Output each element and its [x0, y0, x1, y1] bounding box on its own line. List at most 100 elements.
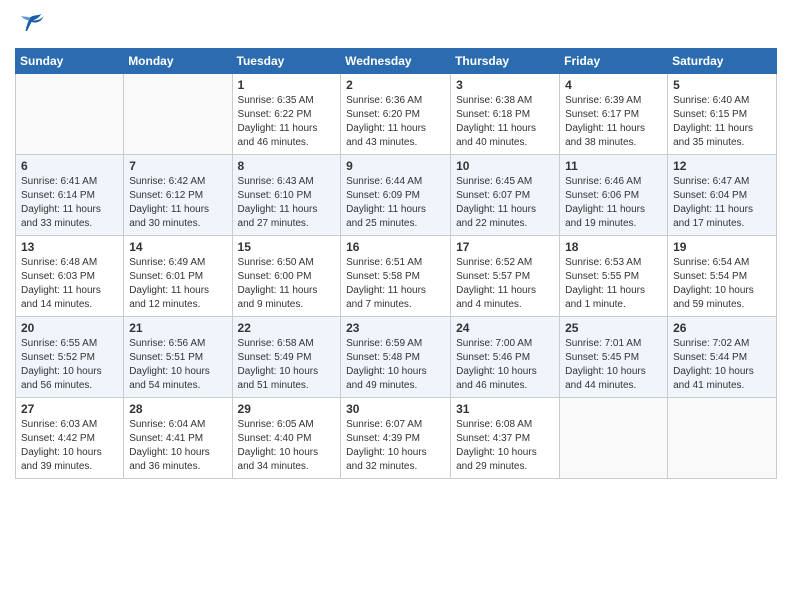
day-info: Sunrise: 6:51 AM Sunset: 5:58 PM Dayligh… [346, 256, 445, 312]
day-info: Sunrise: 6:52 AM Sunset: 5:57 PM Dayligh… [456, 256, 554, 312]
calendar-cell: 16 Sunrise: 6:51 AM Sunset: 5:58 PM Dayli… [341, 236, 451, 317]
calendar-cell: 14 Sunrise: 6:49 AM Sunset: 6:01 PM Dayli… [124, 236, 232, 317]
calendar-week-row: 27 Sunrise: 6:03 AM Sunset: 4:42 PM Dayli… [16, 398, 777, 479]
day-info: Sunrise: 6:38 AM Sunset: 6:18 PM Dayligh… [456, 94, 554, 150]
calendar-cell: 27 Sunrise: 6:03 AM Sunset: 4:42 PM Dayli… [16, 398, 124, 479]
day-info: Sunrise: 6:41 AM Sunset: 6:14 PM Dayligh… [21, 175, 118, 231]
calendar-cell: 21 Sunrise: 6:56 AM Sunset: 5:51 PM Dayli… [124, 317, 232, 398]
day-number: 20 [21, 321, 118, 335]
day-info: Sunrise: 7:02 AM Sunset: 5:44 PM Dayligh… [673, 337, 771, 393]
day-number: 12 [673, 159, 771, 173]
day-info: Sunrise: 6:59 AM Sunset: 5:48 PM Dayligh… [346, 337, 445, 393]
calendar-cell: 5Sunrise: 6:40 AM Sunset: 6:15 PM Daylig… [668, 74, 777, 155]
logo [15, 10, 49, 40]
calendar-header-thursday: Thursday [451, 49, 560, 74]
day-number: 1 [238, 78, 336, 92]
day-number: 23 [346, 321, 445, 335]
calendar-cell: 22 Sunrise: 6:58 AM Sunset: 5:49 PM Dayli… [232, 317, 341, 398]
calendar-cell: 10 Sunrise: 6:45 AM Sunset: 6:07 PM Dayli… [451, 155, 560, 236]
day-number: 8 [238, 159, 336, 173]
calendar-cell: 6 Sunrise: 6:41 AM Sunset: 6:14 PM Daylig… [16, 155, 124, 236]
day-info: Sunrise: 6:39 AM Sunset: 6:17 PM Dayligh… [565, 94, 662, 150]
calendar-cell: 23 Sunrise: 6:59 AM Sunset: 5:48 PM Dayli… [341, 317, 451, 398]
day-number: 19 [673, 240, 771, 254]
calendar-header-wednesday: Wednesday [341, 49, 451, 74]
day-number: 29 [238, 402, 336, 416]
day-number: 6 [21, 159, 118, 173]
day-info: Sunrise: 6:44 AM Sunset: 6:09 PM Dayligh… [346, 175, 445, 231]
calendar-table: SundayMondayTuesdayWednesdayThursdayFrid… [15, 48, 777, 479]
calendar-cell: 1 Sunrise: 6:35 AM Sunset: 6:22 PM Daylig… [232, 74, 341, 155]
calendar-cell: 13 Sunrise: 6:48 AM Sunset: 6:03 PM Dayli… [16, 236, 124, 317]
calendar-cell [668, 398, 777, 479]
calendar-week-row: 6 Sunrise: 6:41 AM Sunset: 6:14 PM Daylig… [16, 155, 777, 236]
day-number: 14 [129, 240, 226, 254]
day-number: 28 [129, 402, 226, 416]
day-number: 21 [129, 321, 226, 335]
day-info: Sunrise: 6:43 AM Sunset: 6:10 PM Dayligh… [238, 175, 336, 231]
calendar-header-sunday: Sunday [16, 49, 124, 74]
day-info: Sunrise: 6:54 AM Sunset: 5:54 PM Dayligh… [673, 256, 771, 312]
day-info: Sunrise: 6:07 AM Sunset: 4:39 PM Dayligh… [346, 418, 445, 474]
day-number: 11 [565, 159, 662, 173]
day-number: 7 [129, 159, 226, 173]
day-number: 4 [565, 78, 662, 92]
calendar-cell: 25 Sunrise: 7:01 AM Sunset: 5:45 PM Dayli… [560, 317, 668, 398]
calendar-week-row: 13 Sunrise: 6:48 AM Sunset: 6:03 PM Dayli… [16, 236, 777, 317]
day-info: Sunrise: 7:01 AM Sunset: 5:45 PM Dayligh… [565, 337, 662, 393]
calendar-cell: 8 Sunrise: 6:43 AM Sunset: 6:10 PM Daylig… [232, 155, 341, 236]
day-info: Sunrise: 6:04 AM Sunset: 4:41 PM Dayligh… [129, 418, 226, 474]
day-info: Sunrise: 6:45 AM Sunset: 6:07 PM Dayligh… [456, 175, 554, 231]
day-number: 3 [456, 78, 554, 92]
calendar-cell: 30 Sunrise: 6:07 AM Sunset: 4:39 PM Dayli… [341, 398, 451, 479]
calendar-cell: 15Sunrise: 6:50 AM Sunset: 6:00 PM Dayli… [232, 236, 341, 317]
day-number: 10 [456, 159, 554, 173]
day-number: 2 [346, 78, 445, 92]
calendar-cell [16, 74, 124, 155]
day-info: Sunrise: 6:08 AM Sunset: 4:37 PM Dayligh… [456, 418, 554, 474]
calendar-cell: 28 Sunrise: 6:04 AM Sunset: 4:41 PM Dayli… [124, 398, 232, 479]
day-number: 26 [673, 321, 771, 335]
day-info: Sunrise: 6:47 AM Sunset: 6:04 PM Dayligh… [673, 175, 771, 231]
day-number: 9 [346, 159, 445, 173]
day-info: Sunrise: 6:58 AM Sunset: 5:49 PM Dayligh… [238, 337, 336, 393]
day-number: 27 [21, 402, 118, 416]
day-info: Sunrise: 7:00 AM Sunset: 5:46 PM Dayligh… [456, 337, 554, 393]
calendar-cell: 24 Sunrise: 7:00 AM Sunset: 5:46 PM Dayli… [451, 317, 560, 398]
calendar-cell: 18Sunrise: 6:53 AM Sunset: 5:55 PM Dayli… [560, 236, 668, 317]
calendar-header-tuesday: Tuesday [232, 49, 341, 74]
calendar-header-row: SundayMondayTuesdayWednesdayThursdayFrid… [16, 49, 777, 74]
logo-bird-icon [15, 10, 45, 40]
day-number: 30 [346, 402, 445, 416]
calendar-cell: 26 Sunrise: 7:02 AM Sunset: 5:44 PM Dayli… [668, 317, 777, 398]
day-info: Sunrise: 6:48 AM Sunset: 6:03 PM Dayligh… [21, 256, 118, 312]
day-info: Sunrise: 6:35 AM Sunset: 6:22 PM Dayligh… [238, 94, 336, 150]
day-info: Sunrise: 6:56 AM Sunset: 5:51 PM Dayligh… [129, 337, 226, 393]
calendar-cell: 12 Sunrise: 6:47 AM Sunset: 6:04 PM Dayli… [668, 155, 777, 236]
calendar-cell: 11 Sunrise: 6:46 AM Sunset: 6:06 PM Dayli… [560, 155, 668, 236]
header [15, 10, 777, 40]
day-number: 22 [238, 321, 336, 335]
day-info: Sunrise: 6:49 AM Sunset: 6:01 PM Dayligh… [129, 256, 226, 312]
calendar-header-friday: Friday [560, 49, 668, 74]
day-info: Sunrise: 6:46 AM Sunset: 6:06 PM Dayligh… [565, 175, 662, 231]
day-number: 25 [565, 321, 662, 335]
calendar-cell: 2 Sunrise: 6:36 AM Sunset: 6:20 PM Daylig… [341, 74, 451, 155]
day-number: 24 [456, 321, 554, 335]
day-number: 13 [21, 240, 118, 254]
day-number: 31 [456, 402, 554, 416]
calendar-cell: 17Sunrise: 6:52 AM Sunset: 5:57 PM Dayli… [451, 236, 560, 317]
day-info: Sunrise: 6:40 AM Sunset: 6:15 PM Dayligh… [673, 94, 771, 150]
calendar-cell: 19 Sunrise: 6:54 AM Sunset: 5:54 PM Dayli… [668, 236, 777, 317]
calendar-cell: 3 Sunrise: 6:38 AM Sunset: 6:18 PM Daylig… [451, 74, 560, 155]
day-number: 18 [565, 240, 662, 254]
day-info: Sunrise: 6:03 AM Sunset: 4:42 PM Dayligh… [21, 418, 118, 474]
calendar-cell [124, 74, 232, 155]
calendar-cell: 4 Sunrise: 6:39 AM Sunset: 6:17 PM Daylig… [560, 74, 668, 155]
day-number: 16 [346, 240, 445, 254]
day-info: Sunrise: 6:36 AM Sunset: 6:20 PM Dayligh… [346, 94, 445, 150]
calendar-cell: 9 Sunrise: 6:44 AM Sunset: 6:09 PM Daylig… [341, 155, 451, 236]
calendar-cell: 7Sunrise: 6:42 AM Sunset: 6:12 PM Daylig… [124, 155, 232, 236]
day-number: 15 [238, 240, 336, 254]
calendar-cell: 29Sunrise: 6:05 AM Sunset: 4:40 PM Dayli… [232, 398, 341, 479]
